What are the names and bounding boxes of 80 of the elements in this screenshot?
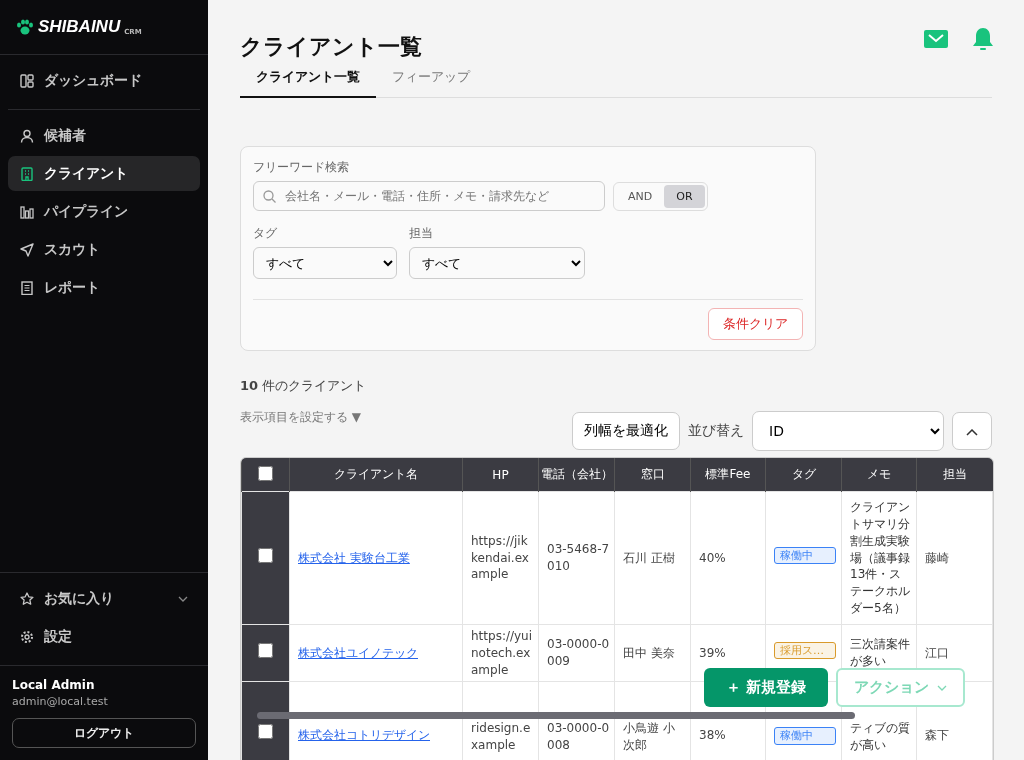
column-header: HP xyxy=(462,458,539,492)
table-cell: 38% xyxy=(699,728,726,743)
nav-item[interactable]: お気に入り xyxy=(8,581,200,616)
table-cell-text: クライアントサマリ分割生成実験場（議事録13件・ステークホルダー5名） xyxy=(850,499,911,617)
nav-item[interactable]: 設定 xyxy=(8,619,200,654)
dropdown[interactable]: すべて xyxy=(253,247,397,279)
field-label: 担当 xyxy=(409,225,434,242)
row-checkbox[interactable] xyxy=(258,548,273,564)
building-icon xyxy=(20,166,34,181)
result-count: 10 件のクライアント xyxy=(240,377,368,395)
column-settings-link[interactable]: 表示項目を設定する ▼ xyxy=(240,409,362,451)
table-cell: 03-5468-7010 xyxy=(547,541,610,575)
nav-item[interactable]: レポート xyxy=(8,270,200,305)
tab[interactable]: クライアント一覧 xyxy=(240,68,376,98)
chevron-down-icon xyxy=(937,684,948,691)
table-cell: 40% xyxy=(699,550,726,565)
select-all-checkbox[interactable] xyxy=(258,465,273,481)
table-cell: 03-0000-0009 xyxy=(547,636,610,670)
nav-item[interactable]: 候補者 xyxy=(8,118,200,153)
column-header: 担当 xyxy=(916,458,993,492)
person-icon xyxy=(20,128,34,143)
status-tag: 稼働中 xyxy=(774,727,836,745)
table-cell-text: https://jikkendai.example xyxy=(471,532,530,584)
status-tag: 採用ス… xyxy=(774,642,836,660)
table-cell: 石川 正樹 xyxy=(623,550,675,565)
table-cell: 藤崎 xyxy=(925,550,949,565)
tab[interactable]: フィーアップ xyxy=(376,68,486,97)
send-icon xyxy=(20,242,34,257)
client-link[interactable]: 株式会社コトリデザイン xyxy=(298,728,430,743)
table-cell-text: ridesign.example xyxy=(471,720,532,754)
search-field[interactable]: 会社名・メール・電話・住所・メモ・請求先など xyxy=(253,181,605,211)
status-tag: 稼働中 xyxy=(774,546,836,565)
clear-button[interactable]: 条件クリア xyxy=(708,308,803,340)
field-label: フリーワード検索 xyxy=(253,159,350,176)
scrollbar[interactable] xyxy=(257,712,855,719)
page-title: クライアント一覧 xyxy=(240,33,422,61)
table-cell: 03-0000-0008 xyxy=(547,720,610,754)
chevron-icon xyxy=(178,595,188,602)
client-link[interactable]: 株式会社ユイノテック xyxy=(298,645,418,660)
logout-button[interactable]: ログアウト xyxy=(12,718,196,748)
column-header: メモ xyxy=(841,458,917,492)
user-email: admin@local.test xyxy=(12,695,109,708)
sort-label: 並び替え xyxy=(688,422,744,440)
table-cell: 田中 美奈 xyxy=(623,645,675,660)
table-cell: 39% xyxy=(699,645,726,660)
paw-icon xyxy=(16,19,34,35)
table-cell-text: ティブの質が高い xyxy=(850,720,911,754)
search-icon xyxy=(263,190,276,203)
column-header: クライアント名 xyxy=(289,458,463,492)
table-cell-text: 三次請案件が多い xyxy=(850,636,911,670)
column-header: 窓口 xyxy=(614,458,691,492)
row-checkbox[interactable] xyxy=(258,643,273,659)
mode-option[interactable]: AND xyxy=(616,184,665,208)
chevron-up-icon xyxy=(966,428,978,436)
mode-option[interactable]: OR xyxy=(664,184,705,208)
field-label: タグ xyxy=(253,225,278,242)
document-icon xyxy=(20,280,34,295)
new-client-button[interactable]: ＋ 新規登録 xyxy=(704,668,829,707)
table-cell: 森下 xyxy=(925,728,949,743)
column-header: 標準Fee xyxy=(690,458,766,492)
column-header: タグ xyxy=(765,458,842,492)
table-cell: 江口 xyxy=(925,645,949,660)
column-header: 電話（会社） xyxy=(538,458,615,492)
star-icon xyxy=(20,591,34,606)
row-checkbox[interactable] xyxy=(258,724,273,740)
sort-dropdown[interactable]: ID xyxy=(752,411,944,451)
nav-item[interactable]: クライアント xyxy=(8,156,200,191)
settings-icon xyxy=(20,629,34,644)
table-cell: https://yuinotech.example xyxy=(471,628,534,679)
dashboard-icon xyxy=(20,73,34,88)
brand-logo: SHIBAINU xyxy=(38,17,121,37)
table-cell: 小鳥遊 小次郎 xyxy=(623,721,675,753)
nav-item[interactable]: スカウト xyxy=(8,232,200,267)
fit-columns-button[interactable]: 列幅を最適化 xyxy=(572,412,680,450)
bar-chart-icon xyxy=(20,204,34,219)
client-link[interactable]: 株式会社 実験台工業 xyxy=(298,550,410,565)
dropdown[interactable]: すべて xyxy=(409,247,585,279)
nav-item[interactable]: ダッシュボード xyxy=(8,63,200,98)
user-name: Local Admin xyxy=(12,678,96,692)
nav-item[interactable]: パイプライン xyxy=(8,194,200,229)
